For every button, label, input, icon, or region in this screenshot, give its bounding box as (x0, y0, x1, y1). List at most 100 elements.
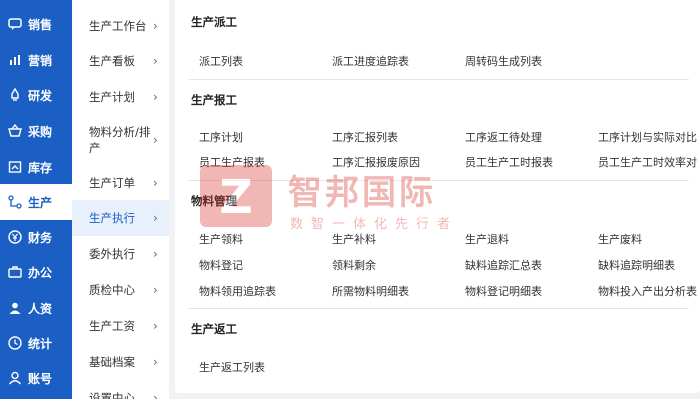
inventory-icon (8, 160, 22, 174)
nav-secondary-item[interactable]: 生产看板 › (72, 44, 169, 78)
nav-primary-item[interactable]: 账号 (0, 360, 72, 396)
nav-secondary-label: 质检中心 (89, 283, 135, 297)
nav-secondary-item[interactable]: 物料分析/排产 › (72, 117, 169, 163)
nav-primary-item[interactable]: 办公 (0, 254, 72, 290)
link-required-materials-detail[interactable]: 所需物料明细表 (332, 283, 409, 299)
link-process-rework-pending[interactable]: 工序返工待处理 (465, 129, 542, 145)
section-title-dispatch: 生产派工 (191, 15, 237, 29)
link-material-register[interactable]: 物料登记 (199, 257, 243, 273)
section-title-rework: 生产返工 (191, 322, 237, 336)
link-shortage-detail[interactable]: 缺料追踪明细表 (598, 257, 675, 273)
link-material-remaining[interactable]: 领料剩余 (332, 257, 376, 273)
nav-primary-label: 库存 (28, 160, 53, 175)
section-title-report: 生产报工 (191, 93, 237, 107)
link-material-scrap[interactable]: 生产废料 (598, 231, 642, 247)
chevron-right-icon: › (153, 133, 158, 147)
nav-secondary-item[interactable]: 委外执行 › (72, 236, 169, 272)
link-input-output-analysis[interactable]: 物料投入产出分析表 (598, 283, 697, 299)
primary-nav: 销售营销研发采购库存生产财务办公人资统计账号 (0, 0, 72, 399)
link-process-plan[interactable]: 工序计划 (199, 129, 243, 145)
section-divider (189, 180, 689, 181)
nav-primary-label: 人资 (28, 301, 53, 316)
nav-secondary-label: 物料分析/排产 (89, 125, 151, 155)
link-material-return[interactable]: 生产退料 (465, 231, 509, 247)
section-title-materials: 物料管理 (191, 194, 237, 208)
menu-panel: 生产派工 派工列表 派工进度追踪表 周转码生成列表 生产报工 工序计划 工序汇报… (175, 0, 700, 393)
nav-primary-item[interactable]: 营销 (0, 42, 72, 78)
basket-icon (8, 124, 22, 138)
nav-primary-label: 统计 (28, 336, 53, 351)
link-dispatch-progress[interactable]: 派工进度追踪表 (332, 53, 409, 69)
link-rework-list[interactable]: 生产返工列表 (199, 359, 265, 375)
chevron-right-icon: › (153, 247, 158, 261)
nav-primary-label: 营销 (28, 53, 53, 68)
nav-secondary-item[interactable]: 生产执行 › (72, 200, 169, 236)
secondary-nav: 生产工作台 › 生产看板 › 生产计划 › 物料分析/排产 › 生产订单 › 生产执行 › 委外执行 › 质… (72, 0, 169, 399)
link-turnover-code-list[interactable]: 周转码生成列表 (465, 53, 542, 69)
nav-primary-item[interactable]: 生产 (0, 184, 72, 220)
nav-primary-item[interactable]: 采购 (0, 113, 72, 149)
link-employee-efficiency[interactable]: 员工生产工时效率对 (598, 154, 697, 170)
bar-chart-icon (8, 53, 22, 67)
nav-primary-item[interactable]: 财务 (0, 219, 72, 255)
nav-primary-item[interactable]: 库存 (0, 149, 72, 185)
nav-primary-label: 账号 (28, 371, 53, 386)
nav-primary-label: 采购 (28, 124, 53, 139)
chevron-right-icon: › (153, 355, 158, 369)
nav-secondary-label: 基础档案 (89, 355, 135, 369)
nav-secondary-item[interactable]: 生产计划 › (72, 79, 169, 115)
chevron-right-icon: › (153, 283, 158, 297)
nav-primary-item[interactable]: 销售 (0, 6, 72, 42)
link-material-issue[interactable]: 生产领料 (199, 231, 243, 247)
link-employee-production-report[interactable]: 员工生产报表 (199, 154, 265, 170)
nav-primary-label: 研发 (28, 88, 53, 103)
chevron-right-icon: › (153, 54, 158, 68)
nav-secondary-label: 委外执行 (89, 247, 135, 261)
link-process-report-list[interactable]: 工序汇报列表 (332, 129, 398, 145)
chevron-right-icon: › (153, 176, 158, 190)
link-material-usage-tracking[interactable]: 物料领用追踪表 (199, 283, 276, 299)
link-shortage-summary[interactable]: 缺料追踪汇总表 (465, 257, 542, 273)
chevron-right-icon: › (153, 319, 158, 333)
nav-primary-label: 办公 (28, 265, 53, 280)
nav-secondary-label: 生产订单 (89, 176, 135, 190)
nav-secondary-item[interactable]: 设置中心 › (72, 380, 169, 399)
nav-secondary-item[interactable]: 生产工作台 › (72, 8, 169, 44)
chevron-right-icon: › (153, 19, 158, 33)
person-icon (8, 371, 22, 385)
briefcase-icon (8, 265, 22, 279)
nav-secondary-item[interactable]: 质检中心 › (72, 272, 169, 308)
chat-icon (8, 17, 22, 31)
link-material-supplement[interactable]: 生产补料 (332, 231, 376, 247)
link-scrap-reasons[interactable]: 工序汇报报废原因 (332, 154, 420, 170)
nav-primary-label: 生产 (28, 195, 53, 210)
rocket-icon (8, 88, 22, 102)
nav-secondary-label: 生产工资 (89, 319, 135, 333)
nav-secondary-label: 生产计划 (89, 90, 135, 104)
nav-primary-label: 销售 (28, 17, 53, 32)
user-icon (8, 301, 22, 315)
nav-secondary-label: 生产执行 (89, 211, 135, 225)
clock-icon (8, 336, 22, 350)
nav-secondary-item[interactable]: 生产订单 › (72, 166, 169, 200)
nav-primary-item[interactable]: 人资 (0, 290, 72, 326)
nav-primary-label: 财务 (28, 230, 53, 245)
section-divider (189, 79, 689, 80)
nav-secondary-item[interactable]: 生产工资 › (72, 308, 169, 344)
nav-secondary-label: 生产工作台 (89, 19, 147, 33)
nav-primary-item[interactable]: 研发 (0, 77, 72, 113)
link-employee-hours-report[interactable]: 员工生产工时报表 (465, 154, 553, 170)
chevron-right-icon: › (153, 391, 158, 399)
link-dispatch-list[interactable]: 派工列表 (199, 53, 243, 69)
chevron-right-icon: › (153, 90, 158, 104)
nav-primary-item[interactable]: 统计 (0, 325, 72, 361)
nav-secondary-item[interactable]: 基础档案 › (72, 344, 169, 380)
yen-icon (8, 230, 22, 244)
link-material-register-detail[interactable]: 物料登记明细表 (465, 283, 542, 299)
section-divider (189, 308, 689, 309)
link-plan-vs-actual[interactable]: 工序计划与实际对比 (598, 129, 697, 145)
chevron-right-icon: › (153, 211, 158, 225)
nav-secondary-label: 生产看板 (89, 54, 135, 68)
nav-secondary-label: 设置中心 (89, 391, 135, 399)
workflow-icon (8, 195, 22, 209)
